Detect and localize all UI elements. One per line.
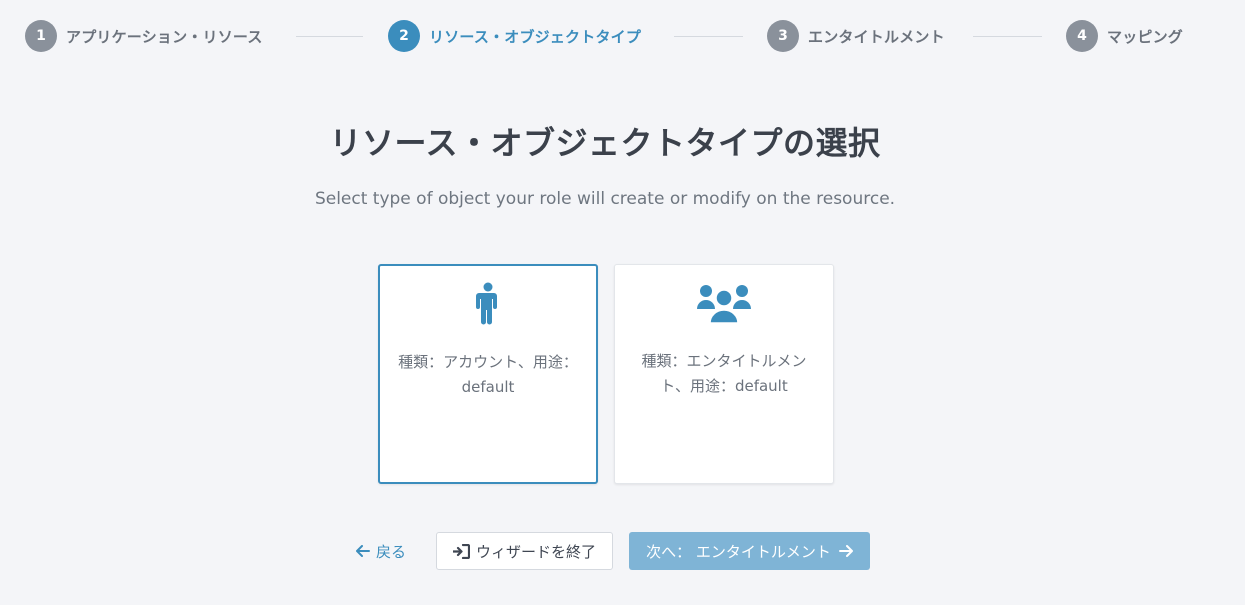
next-button[interactable]: 次へ： エンタイトルメント (629, 532, 870, 570)
step-4-label: マッピング (1107, 27, 1184, 46)
step-2[interactable]: 2 リソース・オブジェクトタイプ (388, 20, 641, 52)
step-connector (296, 36, 363, 37)
step-3-label: エンタイトルメント (808, 27, 945, 46)
step-1-number: 1 (25, 20, 57, 52)
exit-wizard-button[interactable]: ウィザードを終了 (436, 532, 613, 570)
object-type-card-account[interactable]: 種類：アカウント、用途：default (378, 264, 598, 484)
step-1-label: アプリケーション・リソース (66, 27, 263, 46)
user-icon (380, 282, 596, 326)
exit-wizard-button-label: ウィザードを終了 (475, 542, 596, 561)
object-type-card-entitlement[interactable]: 種類：エンタイトルメント、用途：default (614, 264, 834, 484)
page-subtitle: Select type of object your role will cre… (314, 189, 896, 209)
step-connector (674, 36, 743, 37)
step-connector (973, 36, 1042, 37)
step-3[interactable]: 3 エンタイトルメント (767, 20, 945, 52)
step-4-number: 4 (1066, 20, 1098, 52)
step-2-label: リソース・オブジェクトタイプ (429, 27, 642, 46)
card-description: 種類：エンタイトルメント、用途：default (641, 352, 807, 395)
step-3-number: 3 (767, 20, 799, 52)
step-4[interactable]: 4 マッピング (1066, 20, 1183, 52)
page-title: リソース・オブジェクトタイプの選択 (329, 124, 881, 162)
arrow-left-icon (355, 545, 370, 557)
step-2-number: 2 (388, 20, 420, 52)
card-description: 種類：アカウント、用途：default (398, 353, 578, 396)
users-icon (615, 281, 833, 325)
next-button-label: 次へ： エンタイトルメント (646, 542, 831, 561)
arrow-right-icon (838, 545, 853, 557)
back-button-label: 戻る (375, 542, 406, 561)
wizard-stepper: 1 アプリケーション・リソース 2 リソース・オブジェクトタイプ 3 エンタイト… (25, 20, 1225, 52)
sign-out-icon (452, 543, 470, 559)
wizard-page: 1 アプリケーション・リソース 2 リソース・オブジェクトタイプ 3 エンタイト… (0, 0, 1245, 605)
step-1[interactable]: 1 アプリケーション・リソース (25, 20, 263, 52)
back-button[interactable]: 戻る (350, 532, 412, 570)
